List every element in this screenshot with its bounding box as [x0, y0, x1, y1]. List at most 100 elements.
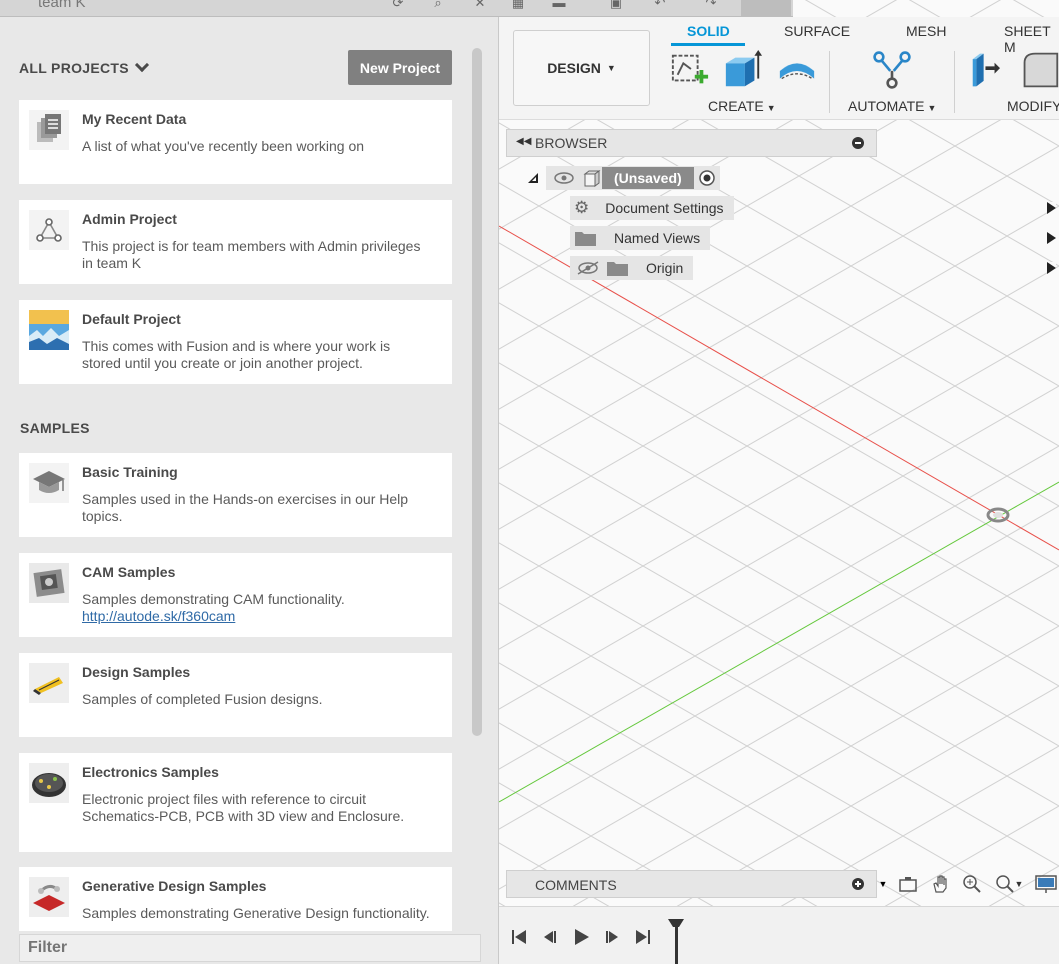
home-button[interactable]: [741, 0, 791, 16]
redo-icon[interactable]: ↷: [703, 0, 719, 10]
filter-field[interactable]: [19, 934, 481, 962]
project-card-my-recent-data[interactable]: My Recent Data A list of what you've rec…: [19, 100, 452, 184]
refresh-icon[interactable]: ⟳: [390, 0, 406, 10]
extrude-icon[interactable]: [721, 50, 765, 90]
projects-scrollbar[interactable]: [472, 48, 482, 736]
caret-down-icon: ▼: [927, 103, 937, 113]
browser-label: BROWSER: [535, 135, 608, 151]
tab-solid[interactable]: SOLID: [687, 23, 730, 39]
browser-panel-header[interactable]: ◀◀ BROWSER: [506, 129, 877, 157]
automate-menu[interactable]: AUTOMATE ▼: [848, 98, 936, 114]
title-bar: team K ⟳ ⌕ ✕ ▦ ▬ ▣ ↶ ↷: [0, 0, 793, 17]
camera-icon[interactable]: [897, 873, 919, 895]
gear-icon: ⚙: [574, 198, 590, 217]
close-icon[interactable]: ✕: [472, 0, 488, 10]
sample-card-electronics-samples[interactable]: Electronics Samples Electronic project f…: [19, 753, 452, 852]
play-icon[interactable]: [571, 927, 591, 947]
cam-samples-link[interactable]: http://autode.sk/f360cam: [82, 608, 432, 625]
automate-label: AUTOMATE: [848, 98, 925, 114]
team-name[interactable]: team K: [38, 0, 86, 11]
zoom-window-icon[interactable]: [961, 873, 983, 895]
folder-icon: [575, 232, 596, 246]
go-to-start-icon[interactable]: [509, 927, 529, 947]
eye-hidden-icon[interactable]: [574, 258, 602, 278]
display-settings-icon[interactable]: [1035, 873, 1057, 895]
toolbar-separator: [829, 51, 830, 113]
comments-panel-header[interactable]: COMMENTS: [506, 870, 877, 898]
component-icon: [583, 170, 601, 187]
search-icon[interactable]: ⌕: [430, 0, 446, 10]
all-projects-label: ALL PROJECTS: [19, 60, 129, 76]
timeline-marker[interactable]: [667, 915, 685, 964]
file-icon[interactable]: ▬: [551, 0, 567, 10]
pan-hand-icon[interactable]: [929, 873, 951, 895]
toolbar-separator: [954, 51, 955, 113]
save-icon[interactable]: ▣: [608, 0, 624, 10]
modify-label: MODIFY: [1007, 98, 1059, 114]
sample-card-basic-training[interactable]: Basic Training Samples used in the Hands…: [19, 453, 452, 537]
browser-root-node[interactable]: (Unsaved): [526, 166, 720, 190]
sample-description: Samples used in the Hands-on exercises i…: [82, 491, 409, 524]
samples-heading: SAMPLES: [20, 420, 90, 436]
project-card-admin-project[interactable]: Admin Project This project is for team m…: [19, 200, 452, 284]
new-project-button[interactable]: New Project: [348, 50, 452, 85]
go-to-end-icon[interactable]: [633, 927, 653, 947]
project-title: Admin Project: [82, 211, 177, 227]
sample-title: Electronics Samples: [82, 764, 219, 780]
eye-icon[interactable]: [550, 166, 578, 190]
design-thumbnail: [29, 663, 69, 703]
electronics-thumbnail: [29, 763, 69, 803]
browser-node-origin[interactable]: Origin: [548, 256, 1056, 280]
zoom-icon[interactable]: ▼: [993, 873, 1025, 895]
collapse-panel-icon[interactable]: ◀◀: [516, 136, 531, 147]
create-menu[interactable]: CREATE ▼: [708, 98, 776, 114]
expand-triangle-icon[interactable]: [1047, 262, 1056, 274]
node-label: Document Settings: [605, 200, 724, 216]
add-comment-icon[interactable]: [852, 878, 864, 890]
revolve-icon[interactable]: [775, 50, 819, 90]
radio-activate-icon[interactable]: [694, 166, 720, 190]
admin-share-icon: [29, 210, 69, 250]
node-label: Origin: [646, 260, 684, 276]
step-forward-icon[interactable]: [603, 927, 623, 947]
sample-card-design-samples[interactable]: Design Samples Samples of completed Fusi…: [19, 653, 452, 737]
all-projects-dropdown[interactable]: ALL PROJECTS: [19, 57, 149, 76]
sample-title: Basic Training: [82, 464, 178, 480]
browser-node-document-settings[interactable]: ⚙ Document Settings: [548, 196, 1056, 220]
press-pull-icon[interactable]: [969, 50, 1011, 90]
step-back-icon[interactable]: [539, 927, 559, 947]
automate-icon[interactable]: [869, 50, 915, 90]
sample-card-generative-design-samples[interactable]: Generative Design Samples Samples demons…: [19, 867, 452, 931]
documents-icon: [29, 110, 69, 150]
default-project-thumbnail: [29, 310, 69, 350]
tab-surface[interactable]: SURFACE: [784, 23, 850, 39]
root-document-name[interactable]: (Unsaved): [602, 167, 694, 189]
expand-triangle-icon[interactable]: [1047, 202, 1056, 214]
project-description: This comes with Fusion and is where your…: [82, 338, 391, 371]
tab-mesh[interactable]: MESH: [906, 23, 946, 39]
caret-down-icon[interactable]: ▼: [879, 873, 888, 895]
caret-down-icon: ▼: [606, 63, 616, 73]
project-title: Default Project: [82, 311, 181, 327]
sample-title: Design Samples: [82, 664, 191, 680]
node-label: Named Views: [614, 230, 701, 246]
project-description: A list of what you've recently been work…: [82, 138, 365, 154]
sample-description: Samples demonstrating CAM functionality.…: [82, 591, 432, 625]
sample-card-cam-samples[interactable]: CAM Samples Samples demonstrating CAM fu…: [19, 553, 452, 637]
folder-icon: [607, 262, 628, 276]
project-card-default-project[interactable]: Default Project This comes with Fusion a…: [19, 300, 452, 384]
expand-triangle-icon[interactable]: [526, 171, 540, 185]
minimize-browser-icon[interactable]: [852, 137, 864, 149]
sample-title: Generative Design Samples: [82, 878, 267, 894]
workspace-dropdown[interactable]: DESIGN ▼: [513, 30, 650, 106]
create-sketch-icon[interactable]: [669, 50, 711, 90]
expand-triangle-icon[interactable]: [1047, 232, 1056, 244]
fillet-icon[interactable]: [1019, 50, 1059, 90]
generative-thumbnail: [29, 877, 69, 917]
grid-icon[interactable]: ▦: [510, 0, 526, 10]
browser-node-named-views[interactable]: Named Views: [548, 226, 1056, 250]
modify-menu[interactable]: MODIFY: [1007, 98, 1059, 114]
undo-icon[interactable]: ↶: [652, 0, 668, 10]
data-panel: ALL PROJECTS New Project My Recent Data …: [0, 0, 499, 964]
filter-input[interactable]: [28, 939, 472, 957]
